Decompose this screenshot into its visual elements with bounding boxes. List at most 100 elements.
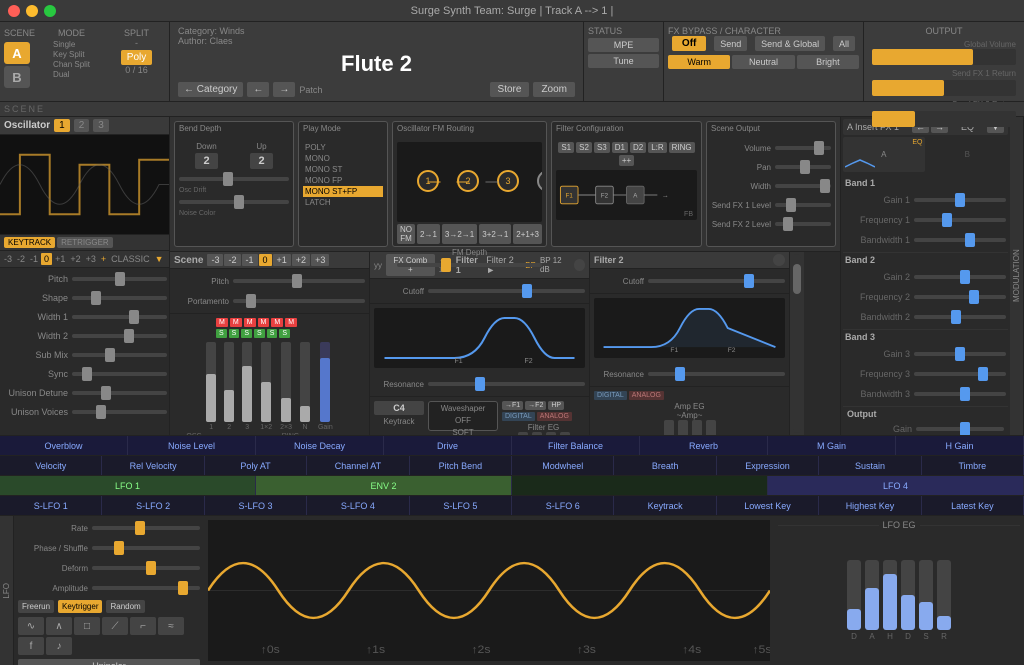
lfo-eg-h-slider[interactable] bbox=[883, 560, 897, 630]
amp-eg-a[interactable] bbox=[664, 420, 674, 435]
mode-single[interactable]: Single bbox=[53, 40, 90, 49]
mm-slfo6[interactable]: S-LFO 6 bbox=[512, 496, 614, 515]
band2-freq-slider[interactable] bbox=[914, 295, 1006, 299]
fm-2plus1plus3-button[interactable]: 2+1+3 bbox=[513, 224, 542, 244]
filter-d1[interactable]: D1 bbox=[612, 142, 628, 153]
scene-range-m1[interactable]: -1 bbox=[242, 254, 258, 266]
mm-pitch-bend[interactable]: Pitch Bend bbox=[410, 456, 512, 475]
mm-timbre[interactable]: Timbre bbox=[922, 456, 1024, 475]
mm-keytrack2[interactable]: Keytrack bbox=[614, 496, 716, 515]
tune-button[interactable]: Tune bbox=[588, 54, 659, 68]
fm-3plus2to1-button[interactable]: 3+2→1 bbox=[479, 224, 511, 244]
send-fx1-slider[interactable] bbox=[775, 203, 831, 207]
lfo-phase-slider[interactable] bbox=[92, 546, 200, 550]
lfo-wave-tri[interactable]: ∧ bbox=[46, 617, 72, 635]
send-fx1-return-slider[interactable] bbox=[872, 80, 1016, 96]
fm-depth-slider[interactable] bbox=[397, 263, 542, 267]
lfo-wave-formula[interactable]: f bbox=[18, 637, 44, 655]
mm-lfo1[interactable]: LFO 1 bbox=[0, 476, 256, 495]
fader-2x3[interactable] bbox=[281, 342, 291, 422]
osc-3-button[interactable]: 3 bbox=[93, 119, 109, 132]
mute-3[interactable]: M bbox=[244, 318, 256, 327]
fader-3[interactable] bbox=[242, 342, 252, 422]
filter-eg-s[interactable] bbox=[546, 432, 556, 435]
scene-a-button[interactable]: A bbox=[4, 42, 30, 64]
minimize-button[interactable] bbox=[26, 5, 38, 17]
mm-breath[interactable]: Breath bbox=[614, 456, 716, 475]
filter-lr[interactable]: L:R bbox=[648, 142, 666, 153]
mm-latest-key[interactable]: Latest Key bbox=[922, 496, 1024, 515]
mm-filter-balance[interactable]: Filter Balance bbox=[512, 436, 640, 455]
mm-channel-at[interactable]: Channel AT bbox=[307, 456, 409, 475]
lfo-wave-saw[interactable]: ⟋ bbox=[102, 617, 128, 635]
pm-mono-st[interactable]: MONO ST bbox=[303, 164, 383, 175]
osc-drift-slider[interactable] bbox=[179, 177, 289, 181]
routing-scrollbar[interactable] bbox=[793, 254, 801, 433]
mm-noise-level[interactable]: Noise Level bbox=[128, 436, 256, 455]
filter-eg-d[interactable] bbox=[532, 432, 542, 435]
fm-3to2to1-button[interactable]: 3→2→1 bbox=[442, 224, 477, 244]
pm-mono-stfp[interactable]: MONO ST+FP bbox=[303, 186, 383, 197]
fm-2to1-button[interactable]: 2→1 bbox=[417, 224, 440, 244]
warm-button[interactable]: Warm bbox=[668, 55, 730, 69]
mode-dual[interactable]: Dual bbox=[53, 70, 90, 79]
random-button[interactable]: Random bbox=[106, 600, 144, 613]
amp-eg-d[interactable] bbox=[678, 420, 688, 435]
lfo-wave-noise[interactable]: ≈ bbox=[158, 617, 184, 635]
band1-gain-slider[interactable] bbox=[914, 198, 1006, 202]
scene-volume-slider[interactable] bbox=[775, 146, 831, 150]
category-prev-button[interactable]: ← Category bbox=[178, 82, 243, 97]
scene-pitch-slider[interactable] bbox=[233, 279, 365, 283]
mm-rel-velocity[interactable]: Rel Velocity bbox=[102, 456, 204, 475]
mm-reverb[interactable]: Reverb bbox=[640, 436, 768, 455]
fx-off-button[interactable]: Off bbox=[672, 36, 706, 51]
mm-sustain[interactable]: Sustain bbox=[819, 456, 921, 475]
fader-1[interactable] bbox=[206, 342, 216, 422]
lfo-wave-sine[interactable]: ∿ bbox=[18, 617, 44, 635]
solo-4[interactable]: S bbox=[254, 329, 265, 338]
lfo-wave-s-h[interactable]: ⌐ bbox=[130, 617, 156, 635]
send-fx2-slider[interactable] bbox=[775, 222, 831, 226]
band3-freq-slider[interactable] bbox=[914, 372, 1006, 376]
band2-bw-slider[interactable] bbox=[914, 315, 1006, 319]
freerun-button[interactable]: Freerun bbox=[18, 600, 54, 613]
noise-color-slider[interactable] bbox=[179, 200, 289, 204]
filter-d2[interactable]: D2 bbox=[630, 142, 646, 153]
keytrigger-button[interactable]: Keytrigger bbox=[58, 600, 102, 613]
scene-range-p3[interactable]: +3 bbox=[311, 254, 329, 266]
filter-pp[interactable]: ++ bbox=[619, 155, 634, 166]
mode-keysplit[interactable]: Key Split bbox=[53, 50, 90, 59]
bend-up-value[interactable]: 2 bbox=[250, 153, 272, 169]
patch-prev-button[interactable]: ← bbox=[247, 82, 269, 97]
mm-slfo4[interactable]: S-LFO 4 bbox=[307, 496, 409, 515]
mm-slfo5[interactable]: S-LFO 5 bbox=[410, 496, 512, 515]
mute-5[interactable]: M bbox=[271, 318, 283, 327]
retrigger-button[interactable]: RETRIGGER bbox=[57, 237, 113, 248]
sync-slider[interactable] bbox=[72, 372, 167, 376]
filter-eg-hp[interactable]: HP bbox=[548, 401, 564, 410]
unison-voices-slider[interactable] bbox=[72, 410, 167, 414]
fader-1x2[interactable] bbox=[261, 342, 271, 422]
lfo-amplitude-slider[interactable] bbox=[92, 586, 200, 590]
band3-bw-slider[interactable] bbox=[914, 392, 1006, 396]
lfo-eg-s-slider[interactable] bbox=[919, 560, 933, 630]
mm-poly-at[interactable]: Poly AT bbox=[205, 456, 307, 475]
filter-s2[interactable]: S2 bbox=[576, 142, 592, 153]
mute-4[interactable]: M bbox=[258, 318, 270, 327]
filter2-cutoff-slider[interactable] bbox=[648, 279, 785, 283]
amp-eg-r[interactable] bbox=[706, 420, 716, 435]
lfo-deform-slider[interactable] bbox=[92, 566, 200, 570]
solo-3[interactable]: S bbox=[241, 329, 252, 338]
shape-slider[interactable] bbox=[72, 296, 167, 300]
filter1-cutoff-slider[interactable] bbox=[428, 289, 585, 293]
mpe-button[interactable]: MPE bbox=[588, 38, 659, 52]
keytrack-button[interactable]: KEYTRACK bbox=[4, 237, 55, 248]
scene-range-m3[interactable]: -3 bbox=[207, 254, 223, 266]
pm-latch[interactable]: LATCH bbox=[303, 197, 383, 208]
lfo-wave-extra[interactable]: ♪ bbox=[46, 637, 72, 655]
mute-6[interactable]: M bbox=[285, 318, 297, 327]
solo-2[interactable]: S bbox=[229, 329, 240, 338]
lfo-eg-d2-slider[interactable] bbox=[901, 560, 915, 630]
mm-slfo1[interactable]: S-LFO 1 bbox=[0, 496, 102, 515]
filter-s1[interactable]: S1 bbox=[558, 142, 574, 153]
